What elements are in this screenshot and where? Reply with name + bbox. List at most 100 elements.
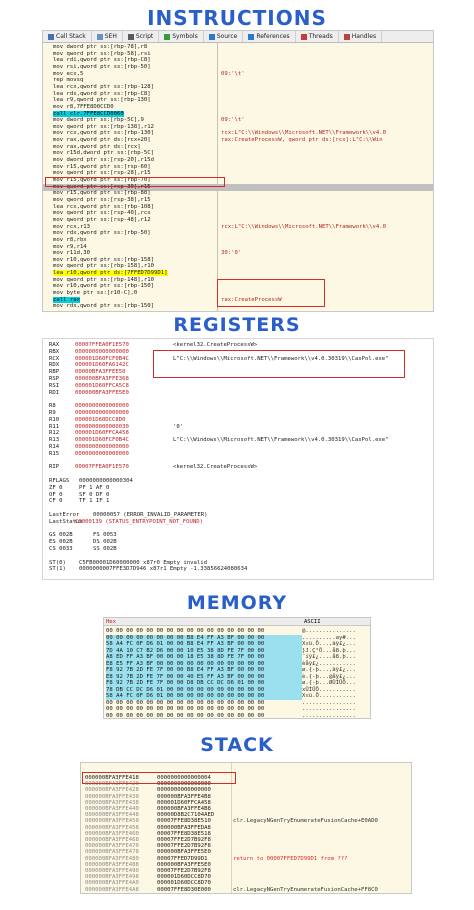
stack-top-highlight xyxy=(82,772,236,784)
instruction-mnemonic: mov r11d,30 xyxy=(53,250,91,257)
instruction-mnemonic: mov rsi,qword ptr ss:[rbp-50] xyxy=(53,63,151,70)
register-annotation: <kernel32.CreateProcessW> xyxy=(173,464,258,471)
selected-instruction-highlight xyxy=(45,177,225,187)
instruction-mnemonic: mov dword ptr ss:[rsp-20],r15d xyxy=(53,157,155,164)
instruction-text: mov rdx,qword ptr ss:[rbp-150] xyxy=(53,303,154,310)
debugger-tab-bar: Call Stack SEH Script Symbols Source Referenc… xyxy=(43,31,433,43)
instruction-mnemonic: mov r15d,dword ptr ss:[rbp-5C] xyxy=(53,150,155,157)
createprocess-comment-highlight xyxy=(217,279,325,307)
memory-ascii: }J.Ç²Ö...å8.þ... xyxy=(302,647,356,654)
register-annotation: L"C:\\Windows\\Microsoft.NET\\Framework\… xyxy=(173,437,389,444)
memory-hex-header: Hex xyxy=(106,619,116,625)
instruction-mnemonic: mov qword ptr ss:[rbp-148],r10 xyxy=(53,276,155,283)
instruction-mnemonic: mov qword ptr ss:[rsp-40],rcx xyxy=(53,210,151,217)
tab-label: SEH xyxy=(104,33,117,40)
register-value: 0000000007FFE3D7D946 x87r1 Empty -1.3385… xyxy=(79,566,248,573)
memory-dump-panel[interactable]: Hex ASCII 00 00 00 00 00 00 00 00 00 00 … xyxy=(103,617,371,719)
instruction-mnemonic: mov qword ptr ss:[rsp-28],r15 xyxy=(53,170,151,177)
memory-ascii: ..........ay#... xyxy=(302,634,356,641)
memory-ascii: ................ xyxy=(302,712,356,719)
memory-ascii: ................ xyxy=(302,699,356,706)
register-name: ST(1) xyxy=(49,566,66,573)
instruction-mnemonic: mov qword ptr ss:[rsp-48],r12 xyxy=(53,216,151,223)
instruction-mnemonic: mov r9,r14 xyxy=(53,243,87,250)
register-annotation: '0' xyxy=(173,423,184,430)
tab-label: References xyxy=(256,33,290,40)
symbols-icon xyxy=(164,33,171,40)
stack-panel[interactable]: 000000BFA3FFE418 0000000000000004 000000BF… xyxy=(80,762,412,894)
tab-label: Script xyxy=(135,33,154,40)
instruction-mnemonic: mov dword ptr ss:[rbp-5C],9 xyxy=(53,117,144,124)
instruction-mnemonic: mov qword ptr ss:[rsp-38],r15 xyxy=(53,196,151,203)
tab-references[interactable]: References xyxy=(243,31,296,42)
instruction-mnemonic: mov rdx,qword ptr ss:[rbp-150] xyxy=(53,303,155,310)
handles-icon xyxy=(343,33,350,40)
register-row: ST(1) 0000000007FFE3D7D946 x87r1 Empty -1… xyxy=(49,566,379,573)
memory-ascii: è.{-þ...@åÿ£¿... xyxy=(302,673,356,680)
instruction-mnemonic: lea rdx,qword ptr ss:[rbp-C8] xyxy=(53,90,151,97)
tab-label: Call Stack xyxy=(56,33,86,40)
instruction-mnemonic: rep movsq xyxy=(53,77,84,84)
instruction-mnemonic: lea rcx,qword ptr ss:[rbp-128] xyxy=(53,83,155,90)
rcx-string-highlight xyxy=(153,350,405,378)
instruction-mnemonic: mov rcx,qword ptr ss:[rbp-130] xyxy=(53,130,155,137)
script-icon xyxy=(127,33,134,40)
instruction-mnemonic: mov r10,qword ptr ss:[rbp-150] xyxy=(53,283,155,290)
memory-header: Hex ASCII xyxy=(104,618,370,626)
tab-source[interactable]: Source xyxy=(204,31,244,42)
tab-handles[interactable]: Handles xyxy=(339,31,383,42)
instruction-mnemonic: mov r10,qword ptr ss:[rbp-158] xyxy=(53,256,155,263)
stack-row: 000000BFA3FFE4A8 00007FFE8D30E000 clr.Lega… xyxy=(85,886,378,893)
instruction-mnemonic: mov rax,qword ptr ds:[rcx+20] xyxy=(53,137,151,144)
tab-threads[interactable]: Threads xyxy=(296,31,339,42)
references-icon xyxy=(248,33,255,40)
tab-label: Symbols xyxy=(172,33,198,40)
register-annotation: <kernel32.CreateProcessW> xyxy=(173,342,258,348)
memory-ascii: èåÿ£¿........... xyxy=(302,660,356,667)
memory-ascii: ø.{-þ...,äÿ£¿... xyxy=(302,667,356,673)
instruction-mnemonic: mov r8,rbx xyxy=(53,236,87,243)
stack-comment: return to 00007FFED7D99D1 from ??? xyxy=(233,855,348,862)
memory-ascii: @............... xyxy=(302,628,356,634)
tab-label: Threads xyxy=(308,33,333,40)
instruction-mnemonic: mov rcx,r13 xyxy=(53,223,91,230)
tab-script[interactable]: Script xyxy=(123,31,160,42)
memory-ascii: X¤ü.Ö........... xyxy=(302,693,356,699)
instruction-mnemonic: lea rcx,qword ptr ss:[rbp-108] xyxy=(53,203,155,210)
tab-seh[interactable]: SEH xyxy=(92,31,123,42)
instruction-mnemonic: mov r15,qword ptr ss:[rbp-88] xyxy=(53,190,151,197)
instruction-mnemonic: mov r15,qword ptr ss:[rsp-60] xyxy=(53,163,151,170)
instruction-mnemonic: mov qword ptr ss:[rbp-58],rsi xyxy=(53,50,151,57)
registers-panel[interactable]: RAX 00007FFEA0F1E570 <kernel32.CreateProce… xyxy=(42,338,434,580)
memory-ascii: ................ xyxy=(302,706,356,712)
call-stack-icon xyxy=(48,33,54,40)
source-icon xyxy=(208,33,215,40)
tab-symbols[interactable]: Symbols xyxy=(159,31,204,42)
registers-heading: REGISTERS xyxy=(173,314,301,336)
stack-comment: clr.LegacyNGenTryEnumerateFusionCache+E0… xyxy=(233,818,378,825)
stack-address: 000000BFA3FFE4A8 xyxy=(85,886,139,893)
instructions-panel[interactable]: Call Stack SEH Script Symbols Source Referenc… xyxy=(42,30,434,312)
memory-heading: MEMORY xyxy=(186,592,288,614)
memory-ascii: X¤ü.Ö...,äÿ£¿... xyxy=(302,641,356,647)
memory-ascii: xÛÌÜÖ........... xyxy=(302,686,356,693)
tab-call-stack[interactable]: Call Stack xyxy=(43,31,92,42)
instruction-mnemonic: mov dword ptr ss:[rbp-78],r8 xyxy=(53,44,148,50)
tab-label: Handles xyxy=(351,33,377,40)
instruction-mnemonic: mov qword ptr ss:[rbp-158],r10 xyxy=(53,263,155,270)
seh-icon xyxy=(96,33,103,40)
tab-label: Source xyxy=(216,33,238,40)
instruction-mnemonic: lea r10,qword ptr ds:[7FFED7D99D1] xyxy=(53,270,168,277)
instruction-mnemonic: lea rdi,qword ptr ss:[rbp-C8] xyxy=(53,57,151,64)
instruction-mnemonic: mov rdx,qword ptr ss:[rbp-50] xyxy=(53,230,151,237)
instruction-mnemonic: mov byte ptr ss:[r10-C],0 xyxy=(53,290,138,297)
instruction-mnemonic: call clr.7FFE8CCD0060 xyxy=(53,110,124,117)
stack-heading: STACK xyxy=(200,734,274,756)
instruction-mnemonic: call rax xyxy=(53,296,80,303)
instruction-mnemonic: mov r8,7FFE8D0CCD0 xyxy=(53,103,114,110)
instruction-mnemonic: lea r9,qword ptr ss:[rbp-130] xyxy=(53,97,151,104)
stack-value: 00007FFE8D30E000 xyxy=(157,886,211,893)
memory-ascii-header: ASCII xyxy=(304,619,321,625)
instruction-mnemonic: mov ecx,5 xyxy=(53,70,84,77)
instruction-mnemonic: mov qword ptr ss:[rbp-138],r12 xyxy=(53,123,155,130)
